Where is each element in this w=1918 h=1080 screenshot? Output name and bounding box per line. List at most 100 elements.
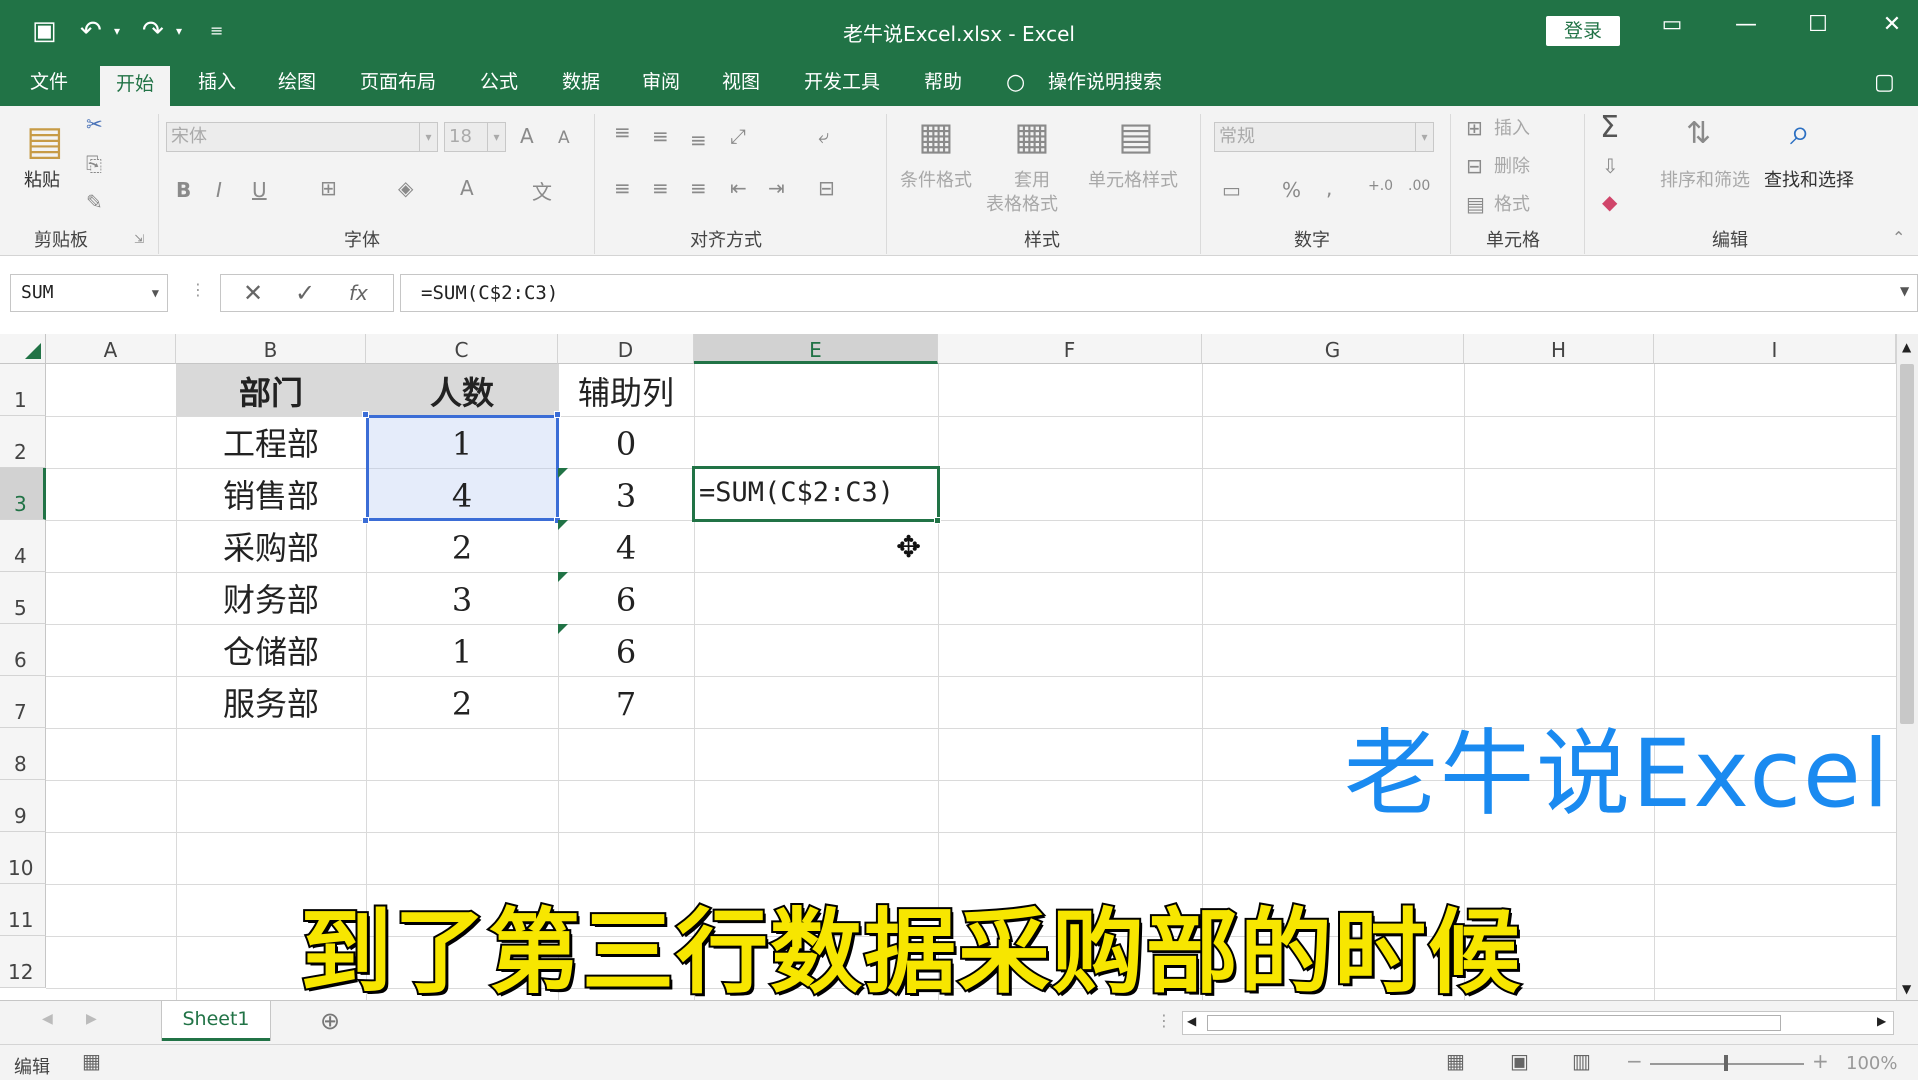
column-header-c[interactable]: C	[366, 334, 558, 364]
fill-color-icon[interactable]: ◈	[398, 176, 413, 200]
active-cell-editor[interactable]: =SUM(C$2:C3)	[692, 466, 940, 522]
sort-filter-label[interactable]: 排序和筛选	[1660, 170, 1750, 192]
align-bottom-icon[interactable]: ≡	[690, 128, 707, 152]
zoom-in-icon[interactable]: +	[1812, 1049, 1829, 1073]
column-header-b[interactable]: B	[176, 334, 366, 364]
decrease-decimal-icon[interactable]: .00	[1408, 178, 1430, 194]
cell-count[interactable]: 3	[366, 572, 558, 624]
page-layout-view-icon[interactable]: ▣	[1510, 1049, 1529, 1073]
scroll-right-icon[interactable]: ▶	[1877, 1014, 1886, 1028]
cell-count[interactable]: 2	[366, 676, 558, 728]
tab-page-layout[interactable]: 页面布局	[344, 62, 452, 106]
close-icon[interactable]: ✕	[1872, 12, 1912, 37]
maximize-icon[interactable]: ☐	[1798, 12, 1838, 37]
tab-help[interactable]: 帮助	[908, 62, 978, 106]
cell-helper[interactable]: 0	[558, 416, 694, 468]
row-header-10[interactable]: 10	[0, 832, 46, 884]
cancel-icon[interactable]: ✕	[243, 279, 263, 307]
range-handle[interactable]	[362, 517, 369, 524]
insert-cells-icon[interactable]: ⊞	[1466, 116, 1483, 140]
percent-icon[interactable]: %	[1282, 178, 1301, 202]
row-header-4[interactable]: 4	[0, 520, 46, 572]
cell-dept[interactable]: 服务部	[176, 676, 366, 728]
row-header-5[interactable]: 5	[0, 572, 46, 624]
header-cell-count[interactable]: 人数	[366, 364, 558, 416]
copy-icon[interactable]: ⎘	[86, 152, 102, 176]
tab-developer[interactable]: 开发工具	[788, 62, 896, 106]
row-header-11[interactable]: 11	[0, 884, 46, 936]
column-header-a[interactable]: A	[46, 334, 176, 364]
formula-input[interactable]: =SUM(C$2:C3)	[400, 274, 1918, 312]
column-header-g[interactable]: G	[1202, 334, 1464, 364]
format-cells-label[interactable]: 格式	[1494, 194, 1530, 216]
select-all-button[interactable]	[0, 334, 46, 364]
delete-cells-label[interactable]: 删除	[1494, 156, 1530, 178]
tell-me-search[interactable]: 操作说明搜索	[1048, 62, 1162, 106]
row-header-1[interactable]: 1	[0, 364, 46, 416]
error-indicator[interactable]	[558, 468, 568, 478]
fill-icon[interactable]: ⇩	[1602, 154, 1619, 178]
format-as-table-label-2[interactable]: 表格格式	[986, 194, 1058, 216]
cell-helper[interactable]: 7	[558, 676, 694, 728]
paste-label[interactable]: 粘贴	[24, 170, 60, 192]
find-select-label[interactable]: 查找和选择	[1764, 170, 1854, 192]
merge-center-icon[interactable]: ⊟	[818, 176, 835, 200]
cell-styles-icon[interactable]: ▤	[1118, 114, 1154, 158]
font-size-combo[interactable]: 18 ▾	[444, 122, 506, 152]
cut-icon[interactable]: ✂	[86, 112, 103, 136]
splitter-icon[interactable]: ⋮	[1156, 1011, 1172, 1030]
cell-dept[interactable]: 财务部	[176, 572, 366, 624]
row-header-12[interactable]: 12	[0, 936, 46, 988]
tab-home[interactable]: 开始	[100, 66, 171, 106]
sort-filter-icon[interactable]: ⇅	[1686, 116, 1711, 151]
clear-icon[interactable]: ◆	[1602, 190, 1617, 214]
row-header-3[interactable]: 3	[0, 468, 46, 520]
row-header-9[interactable]: 9	[0, 780, 46, 832]
tab-file[interactable]: 文件	[14, 62, 84, 106]
tab-formulas[interactable]: 公式	[464, 62, 534, 106]
align-middle-icon[interactable]: ≡	[652, 124, 669, 148]
decrease-indent-icon[interactable]: ⇤	[730, 176, 747, 200]
format-as-table-icon[interactable]: ▦	[1014, 114, 1050, 158]
align-center-icon[interactable]: ≡	[652, 176, 669, 200]
header-cell-department[interactable]: 部门	[176, 364, 366, 416]
zoom-level[interactable]: 100%	[1846, 1053, 1897, 1074]
conditional-format-icon[interactable]: ▦	[918, 114, 954, 158]
align-right-icon[interactable]: ≡	[690, 176, 707, 200]
conditional-format-label[interactable]: 条件格式	[900, 170, 972, 192]
tab-review[interactable]: 审阅	[626, 62, 696, 106]
column-header-h[interactable]: H	[1464, 334, 1654, 364]
format-as-table-label-1[interactable]: 套用	[1014, 170, 1050, 192]
cell-count[interactable]: 1	[366, 416, 558, 468]
font-name-combo[interactable]: 宋体 ▾	[166, 122, 438, 152]
cell-dept[interactable]: 仓储部	[176, 624, 366, 676]
column-header-d[interactable]: D	[558, 334, 694, 364]
scroll-up-icon[interactable]: ▲	[1902, 340, 1911, 354]
tab-view[interactable]: 视图	[706, 62, 776, 106]
comma-style-icon[interactable]: ,	[1326, 176, 1332, 200]
cell-count[interactable]: 2	[366, 520, 558, 572]
format-painter-icon[interactable]: ✎	[86, 190, 103, 214]
column-header-i[interactable]: I	[1654, 334, 1896, 364]
border-icon[interactable]: ⊞	[320, 176, 337, 200]
italic-icon[interactable]: I	[216, 178, 222, 202]
name-box[interactable]: SUM ▼	[10, 274, 168, 312]
vertical-scrollbar[interactable]: ▲ ▼	[1896, 334, 1918, 1000]
cell-dept[interactable]: 采购部	[176, 520, 366, 572]
scroll-thumb[interactable]	[1207, 1015, 1781, 1031]
tab-draw[interactable]: 绘图	[262, 62, 332, 106]
enter-icon[interactable]: ✓	[295, 279, 315, 307]
cell-helper[interactable]: 6	[558, 624, 694, 676]
row-header-6[interactable]: 6	[0, 624, 46, 676]
align-left-icon[interactable]: ≡	[614, 176, 631, 200]
bold-icon[interactable]: B	[176, 178, 191, 202]
sheet-prev-icon[interactable]: ◀	[42, 1011, 53, 1027]
collapse-ribbon-icon[interactable]: ⌃	[1892, 228, 1905, 247]
paste-icon[interactable]: ▤	[26, 118, 64, 164]
cell-helper[interactable]: 3	[558, 468, 694, 520]
horizontal-scrollbar[interactable]: ◀ ▶	[1182, 1011, 1894, 1035]
ribbon-display-icon[interactable]: ▭	[1652, 12, 1692, 37]
tab-data[interactable]: 数据	[546, 62, 616, 106]
cell-count[interactable]: 4	[366, 468, 558, 520]
cell-count[interactable]: 1	[366, 624, 558, 676]
